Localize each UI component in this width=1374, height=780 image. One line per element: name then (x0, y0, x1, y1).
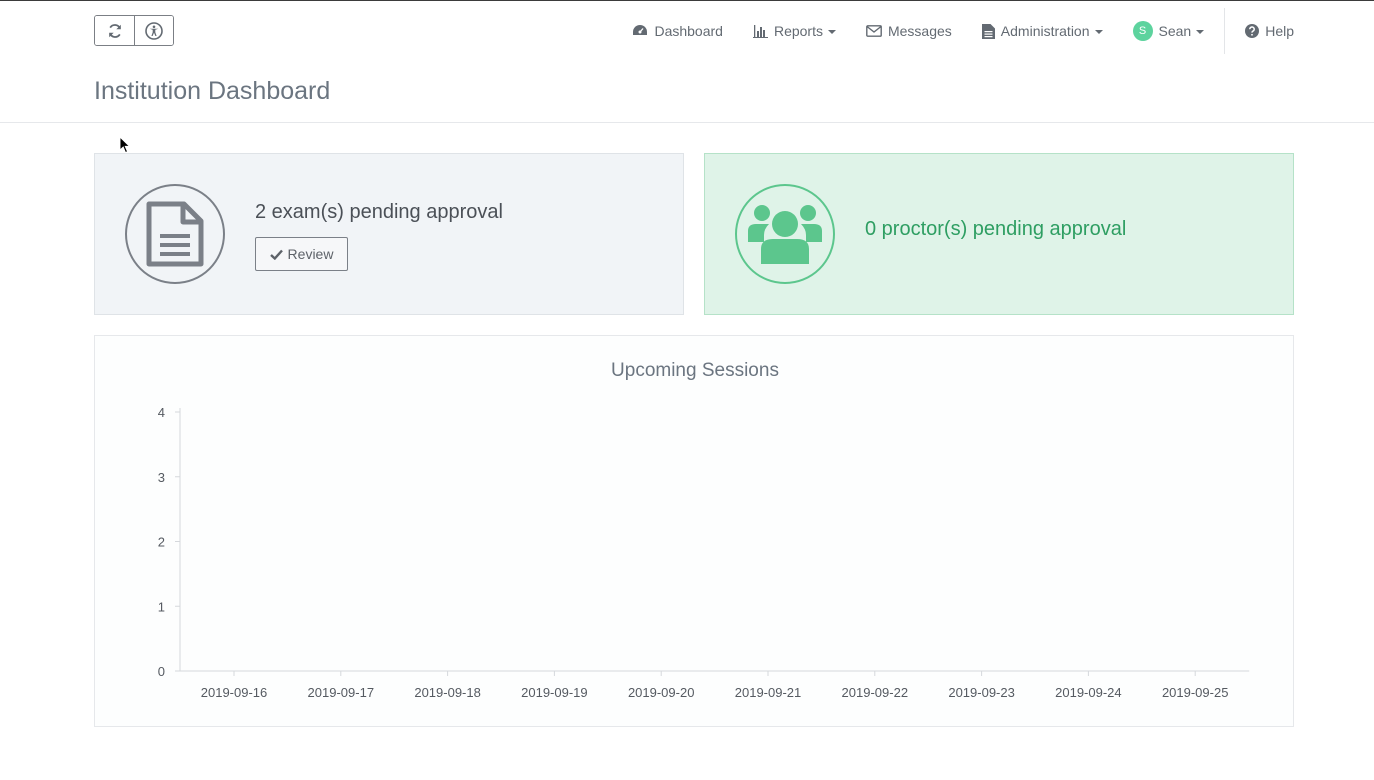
main-nav: Dashboard Reports Messages Administratio… (602, 1, 1294, 61)
nav-reports-label: Reports (773, 23, 823, 39)
nav-dashboard-label: Dashboard (654, 23, 723, 39)
y-tick-label: 0 (158, 664, 165, 679)
question-circle-icon (1245, 24, 1260, 38)
review-button-label: Review (287, 246, 334, 262)
exams-pending-card: 2 exam(s) pending approval Review (94, 153, 684, 315)
header-divider (0, 122, 1374, 123)
x-tick-label: 2019-09-24 (1055, 685, 1122, 700)
y-tick-label: 2 (158, 535, 165, 550)
x-tick-label: 2019-09-25 (1162, 685, 1229, 700)
proctors-pending-card: 0 proctor(s) pending approval (704, 153, 1294, 315)
nav-help[interactable]: Help (1245, 23, 1294, 39)
exams-icon-circle (125, 184, 225, 284)
check-icon (269, 249, 283, 260)
x-tick-label: 2019-09-23 (948, 685, 1015, 700)
review-button[interactable]: Review (255, 237, 348, 271)
chevron-down-icon (1196, 30, 1205, 34)
x-tick-label: 2019-09-17 (308, 685, 375, 700)
y-tick-label: 3 (158, 470, 165, 485)
user-name: Sean (1158, 23, 1192, 39)
dashboard-icon (633, 25, 648, 35)
nav-user-menu[interactable]: S Sean (1132, 21, 1205, 41)
users-icon (748, 205, 822, 264)
accessibility-icon (145, 21, 163, 40)
mouse-cursor-icon (119, 136, 131, 154)
proctors-pending-text: 0 proctor(s) pending approval (865, 218, 1127, 240)
nav-administration[interactable]: Administration (981, 23, 1103, 39)
document-icon (146, 201, 204, 267)
y-tick-label: 4 (158, 405, 165, 420)
exams-pending-text: 2 exam(s) pending approval (255, 201, 503, 223)
refresh-icon (108, 23, 121, 38)
nav-messages-label: Messages (887, 23, 952, 39)
y-tick-label: 1 (158, 599, 165, 614)
accessibility-button[interactable] (134, 16, 173, 45)
x-tick-label: 2019-09-16 (201, 685, 268, 700)
refresh-button[interactable] (95, 16, 134, 45)
proctors-icon-circle (735, 184, 835, 284)
nav-divider (1224, 8, 1226, 54)
upcoming-sessions-chart: 0 1 2 3 4 2019-09-16 2019-09-17 2019-09-18 2019-… (158, 405, 1250, 700)
nav-reports[interactable]: Reports (752, 23, 836, 39)
file-icon (981, 23, 995, 39)
page-title: Institution Dashboard (94, 77, 331, 105)
avatar: S (1132, 21, 1153, 41)
x-tick-label: 2019-09-18 (414, 685, 481, 700)
toolbar-button-group (94, 15, 174, 46)
x-tick-label: 2019-09-20 (628, 685, 695, 700)
nav-administration-label: Administration (1000, 23, 1090, 39)
nav-help-label: Help (1265, 23, 1294, 39)
chevron-down-icon (827, 30, 836, 34)
chevron-down-icon (1094, 30, 1103, 34)
x-tick-label: 2019-09-22 (842, 685, 909, 700)
bar-chart-icon (752, 24, 768, 38)
nav-messages[interactable]: Messages (866, 23, 952, 39)
x-tick-label: 2019-09-21 (735, 685, 802, 700)
upcoming-sessions-panel: Upcoming Sessions 0 1 2 3 4 2019-09-16 2019-09… (94, 335, 1294, 727)
x-tick-label: 2019-09-19 (521, 685, 588, 700)
nav-dashboard[interactable]: Dashboard (632, 23, 723, 39)
envelope-icon (866, 25, 882, 37)
top-bar: Dashboard Reports Messages Administratio… (0, 1, 1374, 61)
